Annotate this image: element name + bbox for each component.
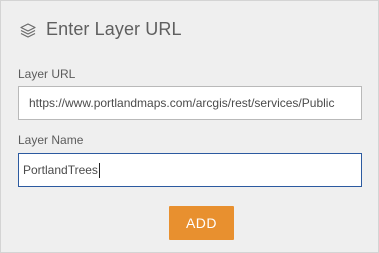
panel-header: Enter Layer URL — [18, 19, 182, 40]
layer-name-value: PortlandTrees — [23, 163, 98, 177]
layer-name-label: Layer Name — [18, 133, 84, 147]
add-button[interactable]: ADD — [169, 206, 234, 240]
add-layer-panel: Enter Layer URL Layer URL https://www.po… — [0, 0, 379, 253]
layer-url-label: Layer URL — [18, 67, 76, 81]
text-cursor — [98, 162, 100, 178]
layer-url-input[interactable]: https://www.portlandmaps.com/arcgis/rest… — [18, 86, 362, 120]
layer-url-value: https://www.portlandmaps.com/arcgis/rest… — [29, 96, 335, 110]
layer-name-input[interactable]: PortlandTrees — [18, 153, 362, 187]
layers-icon — [18, 20, 38, 40]
panel-title: Enter Layer URL — [46, 19, 182, 39]
